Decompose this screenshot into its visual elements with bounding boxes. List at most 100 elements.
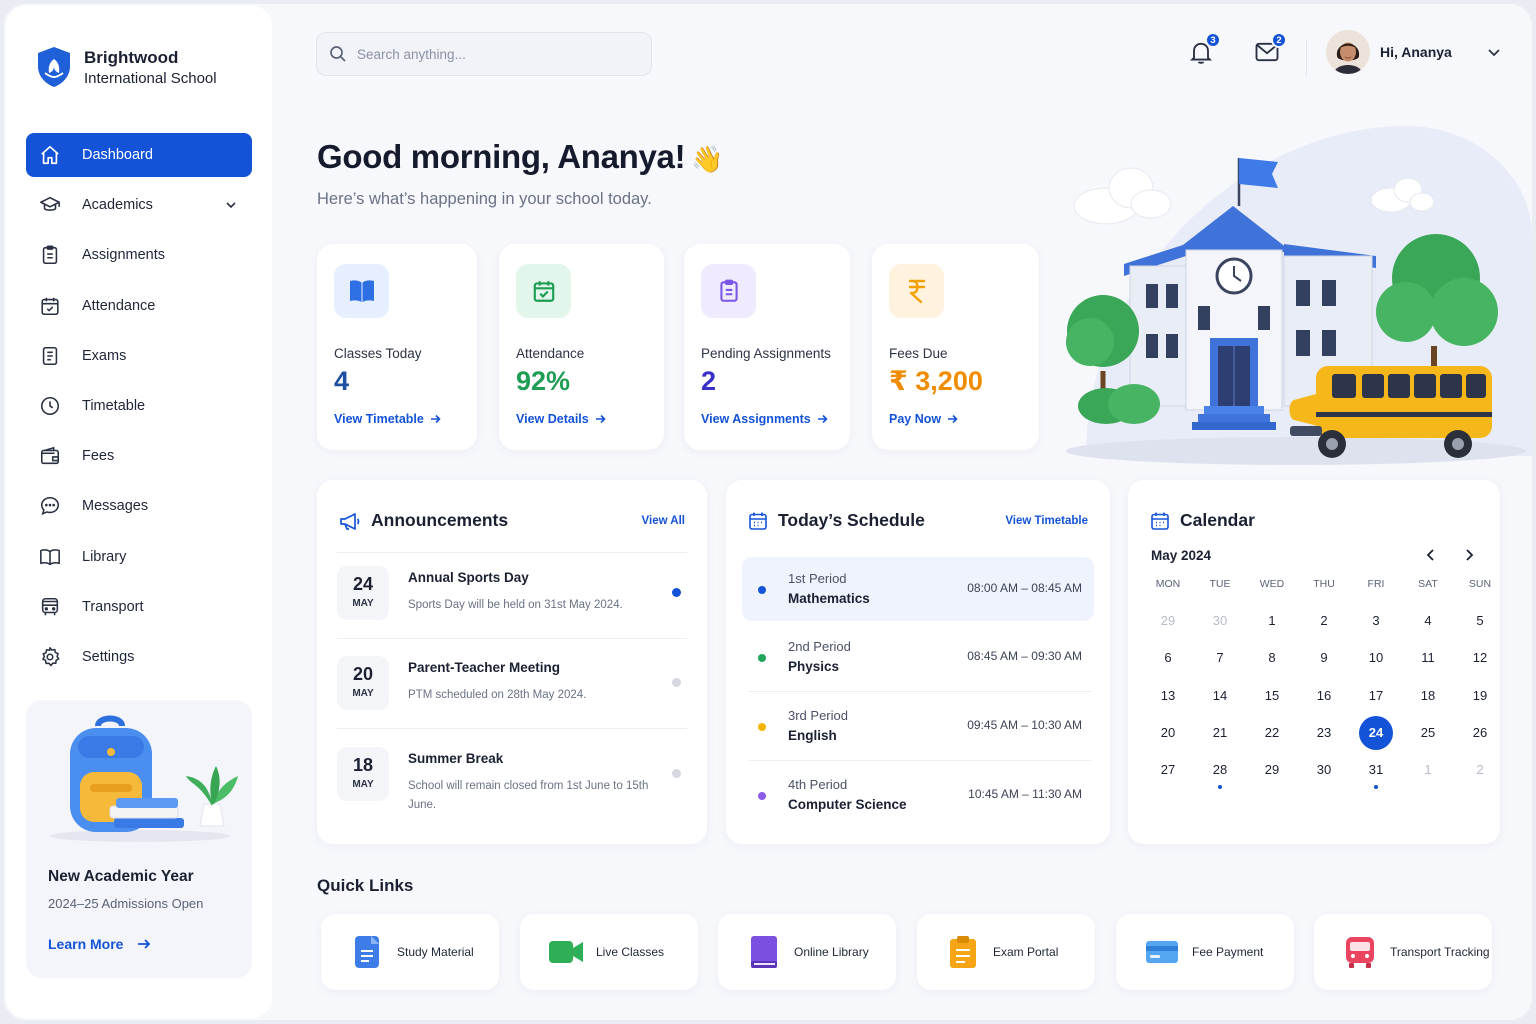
- clipboard-icon: [701, 264, 756, 318]
- calendar-day[interactable]: 10: [1350, 643, 1402, 674]
- quick-link-fee-payment[interactable]: Fee Payment: [1116, 914, 1294, 990]
- sidebar-item-transport[interactable]: Transport: [26, 585, 252, 629]
- chevron-left-icon[interactable]: [1422, 546, 1440, 564]
- calendar-day[interactable]: 18: [1402, 681, 1454, 712]
- calendar-day[interactable]: 29: [1246, 755, 1298, 786]
- period-label: 3rd Period: [788, 708, 848, 723]
- calendar-day[interactable]: 6: [1142, 643, 1194, 674]
- stat-value: 4: [334, 366, 350, 396]
- calendar-day[interactable]: 4: [1402, 606, 1454, 637]
- learn-more-link[interactable]: Learn More: [48, 936, 151, 952]
- calendar-day[interactable]: 7: [1194, 643, 1246, 674]
- calendar-day[interactable]: 31: [1350, 755, 1402, 790]
- calendar-day-number: 7: [1216, 650, 1224, 666]
- sidebar-item-exams[interactable]: Exams: [26, 334, 252, 378]
- schedule-item-current[interactable]: 1st Period Mathematics 08:00 AM – 08:45 …: [742, 557, 1094, 621]
- calendar-day[interactable]: 23: [1298, 718, 1350, 750]
- sidebar-item-assignments[interactable]: Assignments: [26, 233, 252, 277]
- notifications-button[interactable]: 3: [1187, 32, 1221, 66]
- schedule-item[interactable]: 3rd Period English 09:45 AM – 10:30 AM: [742, 694, 1094, 758]
- view-details-link[interactable]: View Details: [516, 412, 606, 426]
- schedule-item[interactable]: 4th Period Computer Science 10:45 AM – 1…: [742, 763, 1094, 827]
- calendar-day[interactable]: 8: [1246, 643, 1298, 674]
- announcement-item[interactable]: 24 MAY Annual Sports Day Sports Day will…: [337, 552, 687, 638]
- chevron-right-icon[interactable]: [1460, 546, 1478, 564]
- weekday-label: SAT: [1418, 578, 1438, 590]
- date-month: MAY: [352, 779, 374, 790]
- view-timetable-link[interactable]: View Timetable: [334, 412, 441, 426]
- brand[interactable]: Brightwood International School: [36, 46, 217, 88]
- messages-button[interactable]: 2: [1253, 32, 1287, 66]
- calendar-day[interactable]: 29: [1142, 606, 1194, 637]
- brand-name: Brightwood: [84, 47, 179, 67]
- search-bar[interactable]: [316, 32, 652, 76]
- calendar-day[interactable]: 22: [1246, 718, 1298, 750]
- schedule-title-text: Today’s Schedule: [778, 510, 925, 530]
- calendar-day[interactable]: 15: [1246, 681, 1298, 712]
- quick-link-live-classes[interactable]: Live Classes: [520, 914, 698, 990]
- calendar-day[interactable]: 5: [1454, 606, 1506, 637]
- quick-link-exam-portal[interactable]: Exam Portal: [917, 914, 1095, 990]
- home-icon: [38, 143, 62, 167]
- announcement-item[interactable]: 18 MAY Summer Break School will remain c…: [337, 733, 687, 819]
- sidebar-item-attendance[interactable]: Attendance: [26, 284, 252, 328]
- calendar-day[interactable]: 25: [1402, 718, 1454, 750]
- learn-more-label: Learn More: [48, 936, 124, 952]
- user-menu[interactable]: Hi, Ananya: [1326, 30, 1502, 74]
- quick-link-study-material[interactable]: Study Material: [321, 914, 499, 990]
- announcement-description: PTM scheduled on 28th May 2024.: [408, 689, 587, 701]
- calendar-day[interactable]: 17: [1350, 681, 1402, 712]
- calendar-day[interactable]: 2: [1454, 755, 1506, 786]
- calendar-day[interactable]: 19: [1454, 681, 1506, 712]
- calendar-check-icon: [38, 294, 62, 318]
- calendar-day[interactable]: 30: [1194, 606, 1246, 637]
- stat-card-assignments: Pending Assignments 2 View Assignments: [684, 244, 850, 450]
- calendar-day-today[interactable]: 24: [1350, 715, 1402, 750]
- calendar-day[interactable]: 20: [1142, 718, 1194, 750]
- quick-link-transport-tracking[interactable]: Transport Tracking: [1314, 914, 1492, 990]
- calendar-day-number: 22: [1264, 724, 1280, 740]
- sidebar-item-label: Academics: [82, 197, 153, 214]
- view-all-link[interactable]: View All: [642, 515, 685, 527]
- sidebar-item-timetable[interactable]: Timetable: [26, 384, 252, 428]
- event-indicator: [1374, 785, 1378, 790]
- calendar-day[interactable]: 1: [1246, 606, 1298, 637]
- view-assignments-link[interactable]: View Assignments: [701, 412, 828, 426]
- calendar-day[interactable]: 26: [1454, 718, 1506, 750]
- calendar-day[interactable]: 16: [1298, 681, 1350, 712]
- calendar-day[interactable]: 11: [1402, 643, 1454, 674]
- sidebar-item-messages[interactable]: Messages: [26, 484, 252, 528]
- event-indicator: [1218, 785, 1222, 790]
- calendar-day[interactable]: 3: [1350, 606, 1402, 637]
- schedule-title: Today’s Schedule: [748, 510, 925, 531]
- view-timetable-link[interactable]: View Timetable: [1005, 515, 1088, 527]
- calendar-day-number: 14: [1212, 687, 1228, 703]
- calendar-day[interactable]: 2: [1298, 606, 1350, 637]
- quick-link-label: Transport Tracking: [1390, 945, 1490, 959]
- calendar-day[interactable]: 28: [1194, 755, 1246, 790]
- pay-now-link[interactable]: Pay Now: [889, 412, 958, 426]
- sidebar-item-label: Transport: [82, 598, 144, 615]
- sidebar-item-label: Fees: [82, 448, 115, 465]
- calendar-day[interactable]: 30: [1298, 755, 1350, 786]
- quick-link-online-library[interactable]: Online Library: [718, 914, 896, 990]
- sidebar-item-label: Timetable: [82, 397, 146, 414]
- sidebar-item-academics[interactable]: Academics: [26, 183, 252, 227]
- announcements-title-text: Announcements: [371, 510, 509, 530]
- announcements-panel: Announcements View All 24 MAY Annual Spo…: [317, 480, 707, 844]
- announcement-item[interactable]: 20 MAY Parent-Teacher Meeting PTM schedu…: [337, 642, 687, 728]
- calendar-day[interactable]: 12: [1454, 643, 1506, 674]
- calendar-day[interactable]: 13: [1142, 681, 1194, 712]
- sidebar-item-settings[interactable]: Settings: [26, 635, 252, 679]
- search-input[interactable]: [357, 46, 637, 62]
- sidebar-item-dashboard[interactable]: Dashboard: [26, 133, 252, 177]
- sidebar-item-library[interactable]: Library: [26, 535, 252, 579]
- schedule-item[interactable]: 2nd Period Physics 08:45 AM – 09:30 AM: [742, 625, 1094, 689]
- calendar-day-number: 27: [1160, 762, 1176, 778]
- calendar-day[interactable]: 1: [1402, 755, 1454, 786]
- calendar-day[interactable]: 21: [1194, 718, 1246, 750]
- calendar-day[interactable]: 14: [1194, 681, 1246, 712]
- sidebar-item-fees[interactable]: Fees: [26, 434, 252, 478]
- calendar-day[interactable]: 27: [1142, 755, 1194, 786]
- calendar-day[interactable]: 9: [1298, 643, 1350, 674]
